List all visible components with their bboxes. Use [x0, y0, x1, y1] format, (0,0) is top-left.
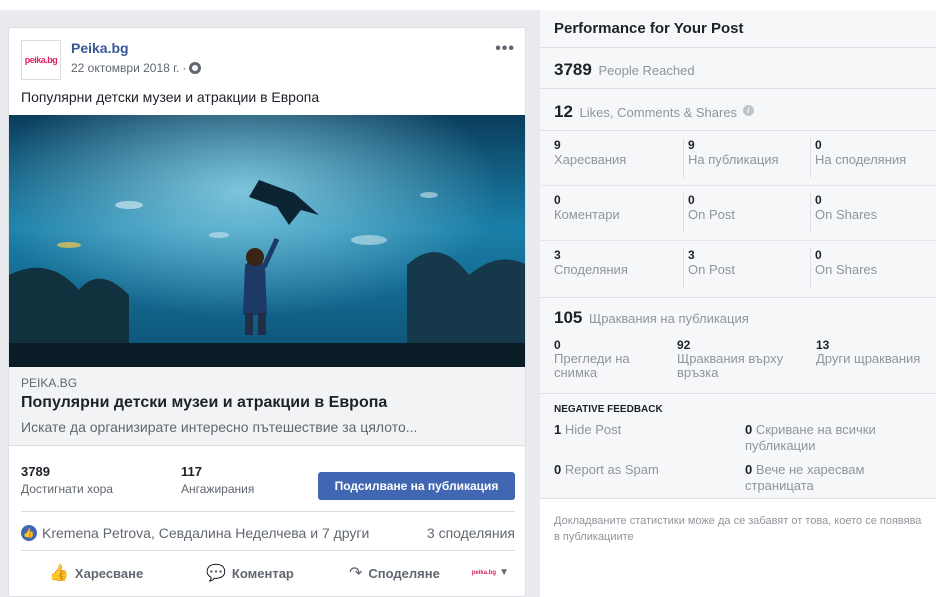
likes-on-shares-cell: 0 На споделяния — [810, 138, 906, 178]
link-domain: PEIKA.BG — [21, 376, 78, 390]
meta-separator: · — [182, 61, 187, 75]
engagements-value: 117 — [181, 464, 202, 479]
share-label: Споделяне — [368, 565, 440, 581]
comment-button[interactable]: 💬 Коментар — [206, 563, 294, 583]
comments-on-post-cell: 0 On Post — [683, 193, 735, 233]
photo-views-cell: 0 Прегледи на снимка — [554, 338, 630, 380]
post-clicks-line: 105 Щраквания на публикация — [554, 308, 749, 328]
engagement-section: 12 Likes, Comments & Shares i — [540, 89, 936, 131]
post-text: Популярни детски музеи и атракции в Евро… — [21, 89, 320, 105]
link-preview-image[interactable] — [9, 115, 525, 367]
post-clicks-breakdown: 0 Прегледи на снимка 92 Щраквания върху вр… — [540, 332, 936, 382]
shares-on-shares-cell: 0 On Shares — [810, 248, 877, 288]
hide-post-stat: 1 Hide Post — [554, 422, 622, 437]
performance-title: Performance for Your Post — [540, 10, 936, 48]
comments-total-cell: 0 Коментари — [554, 193, 620, 222]
people-reached-line: 3789 People Reached — [554, 60, 695, 80]
post-date[interactable]: 22 октомври 2018 г. — [71, 61, 179, 75]
ellipsis-icon[interactable]: ••• — [495, 40, 515, 58]
people-reached-value: 3789 — [21, 464, 50, 479]
share-icon: ↷ — [349, 565, 363, 582]
comment-icon: 💬 — [206, 565, 226, 582]
likes-on-post-cell: 9 На публикация — [683, 138, 779, 178]
shares-breakdown-row: 3 Споделяния 3 On Post 0 On Shares — [540, 241, 936, 296]
likes-breakdown-row: 9 Харесвания 9 На публикация 0 На споделяни… — [540, 131, 936, 186]
shares-on-post-cell: 3 On Post — [683, 248, 735, 288]
shares-count[interactable]: 3 споделяния — [427, 525, 515, 541]
likes-total-cell: 9 Харесвания — [554, 138, 627, 167]
page-mini-logo: peika.bg — [471, 569, 497, 576]
post-clicks-section: 105 Щраквания на публикация 0 Прегледи на… — [540, 298, 936, 394]
link-clicks-cell: 92 Щраквания върху връзка — [677, 338, 784, 380]
negative-feedback-heading: NEGATIVE FEEDBACK — [554, 404, 663, 415]
stats-disclaimer: Докладваните статистики може да се забав… — [554, 515, 922, 543]
engagement-breakdown: 9 Харесвания 9 На публикация 0 На споделяни… — [540, 131, 936, 298]
people-reached-caption: People Reached — [598, 63, 695, 78]
shares-total-cell: 3 Споделяния — [554, 248, 628, 277]
negative-feedback-section: NEGATIVE FEEDBACK 1 Hide Post 0 Скриване… — [540, 394, 936, 499]
comments-breakdown-row: 0 Коментари 0 On Post 0 On Shares — [540, 186, 936, 241]
like-label: Харесване — [74, 565, 144, 581]
boost-post-button[interactable]: Подсилване на публикация — [318, 472, 515, 500]
comments-on-shares-cell: 0 On Shares — [810, 193, 877, 233]
performance-panel: Performance for Your Post 3789 People Re… — [540, 10, 936, 597]
engagement-line: 12 Likes, Comments & Shares i — [554, 102, 754, 122]
post-clicks-caption: Щраквания на публикация — [589, 311, 749, 326]
people-reached-stat[interactable]: 3789 Достигнати хора — [21, 464, 113, 496]
link-title[interactable]: Популярни детски музеи и атракции в Евро… — [21, 394, 387, 412]
page-name-link[interactable]: Peika.bg — [71, 40, 129, 56]
post-card: peika.bg Peika.bg 22 октомври 2018 г. · … — [8, 27, 526, 597]
reactions-row: 👍 Kremena Petrova, Севдалина Неделчева и… — [21, 511, 515, 551]
link-preview[interactable]: PEIKA.BG Популярни детски музеи и атракц… — [9, 367, 525, 446]
post-header: peika.bg Peika.bg 22 октомври 2018 г. · … — [9, 28, 525, 83]
chevron-down-icon: ▼ — [499, 567, 509, 578]
engagement-total: 12 — [554, 102, 573, 121]
other-clicks-cell: 13 Други щраквания — [816, 338, 921, 366]
like-reaction-icon: 👍 — [21, 525, 37, 541]
like-button[interactable]: 👍 Харесване — [49, 563, 143, 583]
info-icon[interactable]: i — [742, 105, 754, 116]
post-actions: 👍 Харесване 💬 Коментар ↷ Споделяне peika… — [21, 553, 515, 593]
people-reached-label: Достигнати хора — [21, 482, 113, 496]
people-reached-total: 3789 — [554, 60, 592, 79]
unlike-page-stat: 0 Вече не харесвам страницата — [745, 462, 865, 493]
reactors-list[interactable]: Kremena Petrova, Севдалина Неделчева и 7… — [42, 525, 369, 541]
engagement-caption: Likes, Comments & Shares — [579, 105, 738, 120]
comment-label: Коментар — [231, 565, 294, 581]
people-reached-section: 3789 People Reached — [540, 48, 936, 89]
engagements-label: Ангажирания — [181, 482, 255, 496]
post-as-selector[interactable]: peika.bg ▼ — [472, 567, 509, 578]
share-button[interactable]: ↷ Споделяне — [349, 563, 440, 583]
page-avatar[interactable]: peika.bg — [21, 40, 61, 80]
post-stats-row: 3789 Достигнати хора 117 Ангажирания Под… — [9, 446, 525, 508]
post-clicks-total: 105 — [554, 308, 583, 327]
thumbs-up-icon: 👍 — [49, 565, 69, 582]
page-logo-text: peika.bg — [24, 55, 58, 65]
post-meta: 22 октомври 2018 г. · — [71, 61, 202, 75]
report-spam-stat: 0 Report as Spam — [554, 462, 659, 477]
hide-all-posts-stat: 0 Скриване на всички публикации — [745, 422, 876, 453]
globe-icon — [189, 62, 202, 74]
link-description: Искате да организирате интересно пътешес… — [21, 419, 418, 435]
engagements-stat[interactable]: 117 Ангажирания — [181, 464, 254, 496]
